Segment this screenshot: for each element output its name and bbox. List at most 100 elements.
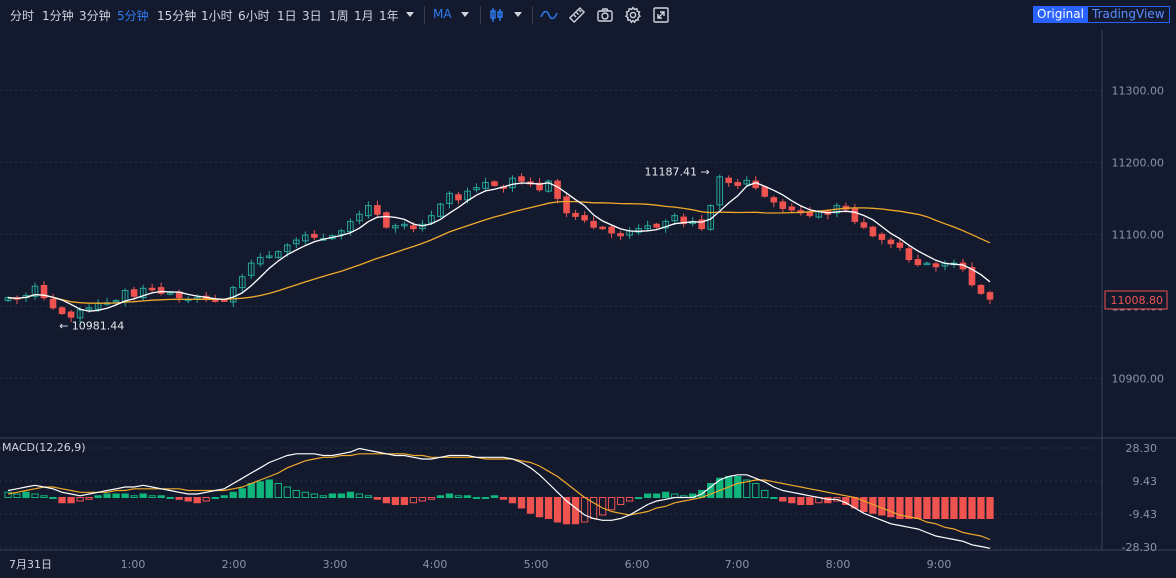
candle-down: [220, 299, 228, 302]
macd-hist-up: [734, 476, 742, 498]
price-tick-label: 10900.00: [1112, 372, 1165, 385]
candle-down: [563, 196, 570, 214]
candle-down: [599, 226, 606, 230]
macd-hist-down: [941, 497, 949, 519]
candle-down: [383, 212, 390, 228]
macd-hist-down: [553, 497, 562, 523]
candle-down: [860, 222, 868, 228]
interval-6h[interactable]: 6小时: [238, 7, 270, 24]
time-tick-label: 3:00: [323, 558, 348, 571]
candle-down: [590, 220, 597, 228]
macd-tick-label: -9.43: [1129, 508, 1157, 521]
candle-down: [491, 181, 498, 186]
interval-1d[interactable]: 1日: [277, 7, 297, 24]
candle-down: [581, 215, 588, 221]
macd-hist-up: [490, 495, 499, 498]
toolbar-separator: [424, 6, 425, 24]
macd-hist-down: [959, 497, 967, 519]
candle-down: [410, 225, 417, 230]
candle-down: [761, 186, 769, 197]
candle-down: [653, 223, 660, 228]
macd-hist-down: [409, 497, 418, 504]
indicator-ma-button[interactable]: MA: [433, 7, 452, 21]
interval-3min[interactable]: 3分钟: [79, 7, 111, 24]
price-chart[interactable]: 11187.41 → ← 10981.44 11300.00 11200.00 111…: [0, 30, 1176, 578]
macd-hist-down: [76, 497, 84, 502]
candle-down: [914, 259, 922, 266]
macd-hist-down: [914, 497, 922, 519]
macd-hist-down: [977, 497, 985, 519]
macd-hist-up: [436, 495, 445, 498]
macd-hist-down: [193, 497, 201, 504]
macd-hist-up: [481, 497, 490, 499]
price-tick-label: 11200.00: [1112, 156, 1165, 169]
interval-more-caret[interactable]: [406, 12, 414, 17]
macd-hist-up: [472, 497, 481, 499]
interval-15min[interactable]: 15分钟: [157, 7, 196, 24]
time-tick-label: 4:00: [423, 558, 448, 571]
view-original-button[interactable]: Original: [1033, 6, 1088, 23]
interval-1y[interactable]: 1年: [379, 7, 399, 24]
macd-hist-up: [634, 497, 643, 499]
macd-hist-down: [175, 497, 183, 500]
candle-down: [455, 194, 462, 201]
interval-3d[interactable]: 3日: [302, 7, 322, 24]
ruler-icon[interactable]: [568, 6, 586, 24]
macd-hist-down: [625, 497, 634, 502]
macd-hist-up: [328, 493, 336, 498]
macd-hist-up: [40, 495, 48, 498]
macd-hist-down: [986, 497, 994, 519]
macd-hist-down: [571, 497, 580, 525]
macd-hist-down: [202, 497, 210, 502]
macd-hist-up: [752, 483, 760, 498]
macd-hist-up: [364, 495, 373, 498]
macd-hist-up: [238, 488, 246, 498]
candle-down: [734, 182, 742, 186]
chart-type-caret[interactable]: [514, 12, 522, 17]
view-tradingview-button[interactable]: TradingView: [1087, 6, 1170, 23]
interval-1min[interactable]: 1分钟: [42, 7, 74, 24]
macd-hist-up: [355, 493, 364, 498]
high-annotation: 11187.41 →: [645, 165, 710, 178]
toolbar-separator: [532, 6, 533, 24]
candle-down: [130, 289, 138, 297]
macd-hist-down: [418, 497, 427, 502]
macd-hist-down: [616, 497, 625, 505]
fullscreen-icon[interactable]: [652, 6, 670, 24]
macd-hist-up: [13, 493, 21, 498]
interval-fenshi[interactable]: 分时: [10, 7, 34, 24]
interval-1h[interactable]: 1小时: [201, 7, 233, 24]
candle-down: [788, 206, 796, 211]
macd-hist-up: [292, 490, 300, 498]
candle-down: [896, 242, 904, 248]
macd-hist-down: [85, 497, 93, 500]
price-axis: 11300.0011200.0011100.0011000.0010900.00…: [1104, 84, 1168, 385]
gear-icon[interactable]: [624, 6, 642, 24]
macd-hist-down: [517, 497, 526, 509]
time-tick-label: 7月31日: [9, 558, 52, 571]
interval-5min[interactable]: 5分钟: [117, 7, 149, 24]
candle-down: [157, 287, 165, 294]
macd-tick-label: 28.30: [1126, 442, 1158, 455]
macd-hist-up: [463, 495, 472, 498]
macd-hist-up: [274, 483, 282, 498]
interval-1mo[interactable]: 1月: [354, 7, 374, 24]
candle-down: [770, 197, 778, 203]
candle-down: [905, 248, 913, 261]
macd-hist-down: [923, 497, 931, 519]
indicator-caret[interactable]: [461, 12, 469, 17]
macd-hist-up: [761, 490, 769, 498]
candle-down: [986, 292, 994, 300]
macd-hist-down: [373, 497, 382, 500]
camera-icon[interactable]: [596, 6, 614, 24]
candle-down: [49, 298, 57, 309]
macd-tick-label: -28.30: [1122, 541, 1157, 554]
macd-hist-down: [508, 497, 517, 504]
candle-down: [148, 287, 156, 291]
line-style-icon[interactable]: [540, 6, 558, 24]
macd-hist-down: [950, 497, 958, 519]
candles-icon[interactable]: [488, 6, 506, 24]
macd-hist-up: [22, 491, 30, 498]
interval-1w[interactable]: 1周: [329, 7, 349, 24]
candlesticks: 11187.41 → ← 10981.44: [4, 165, 994, 333]
